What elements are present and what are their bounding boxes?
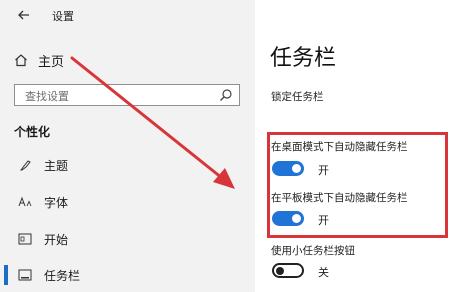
sidebar-item-label: 字体 bbox=[44, 196, 69, 210]
taskbar-settings-panel: 任务栏 锁定任务栏 在桌面模式下自动隐藏任务栏 开 在平板模式下自动隐藏任务栏 … bbox=[255, 0, 457, 292]
theme-icon bbox=[20, 160, 31, 171]
search-input[interactable] bbox=[15, 86, 215, 107]
home-label: 主页 bbox=[38, 54, 65, 70]
start-icon bbox=[18, 233, 32, 245]
small-buttons-toggle[interactable] bbox=[272, 263, 304, 278]
sidebar-item-label: 开始 bbox=[44, 233, 69, 247]
sidebar-item-label: 主题 bbox=[44, 159, 69, 173]
back-arrow-icon bbox=[18, 10, 29, 20]
page-title: 任务栏 bbox=[270, 46, 337, 71]
sidebar-item-font[interactable]: 字体 bbox=[0, 190, 255, 214]
sidebar-item-start[interactable]: 开始 bbox=[0, 227, 255, 251]
sidebar-home[interactable]: 主页 bbox=[14, 50, 64, 70]
section-title: 个性化 bbox=[14, 125, 51, 139]
back-button[interactable] bbox=[14, 5, 34, 25]
taskbar-icon bbox=[18, 269, 32, 281]
sidebar-item-taskbar[interactable]: 任务栏 bbox=[0, 263, 255, 287]
window-title: 设置 bbox=[52, 10, 74, 23]
settings-sidebar: 设置 主页 个性化 主题 字体 开始 bbox=[0, 0, 255, 292]
search-icon[interactable] bbox=[219, 88, 233, 102]
sidebar-item-theme[interactable]: 主题 bbox=[0, 153, 255, 177]
setting-lock-taskbar-label: 锁定任务栏 bbox=[271, 91, 324, 103]
sidebar-item-label: 任务栏 bbox=[44, 269, 81, 283]
setting-small-buttons-label: 使用小任务栏按钮 bbox=[271, 245, 355, 257]
search-box[interactable] bbox=[14, 84, 240, 107]
small-buttons-state: 关 bbox=[318, 266, 329, 279]
font-icon bbox=[18, 196, 32, 207]
annotation-highlight-box bbox=[267, 132, 448, 238]
home-icon bbox=[15, 54, 27, 67]
